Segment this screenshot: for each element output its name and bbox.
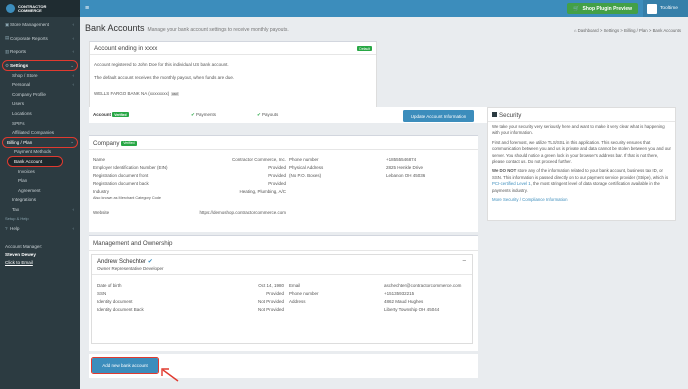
sidebar-item-bank-account[interactable]: Bank Account	[7, 155, 63, 168]
account-manager-name: Steven Dewey	[5, 251, 36, 257]
sidebar-item-store-management[interactable]: ▣ Store Management ‹	[0, 20, 80, 30]
verified-icon: ✔	[147, 259, 153, 265]
chevron-down-icon: ⌄	[70, 62, 74, 68]
account-manager: Account Manager: Steven Dewey Click to E…	[0, 239, 80, 271]
account-box: Account ending in xxxx Default Account r…	[89, 41, 377, 117]
verified-badge: Verified	[112, 112, 129, 118]
verified-badge: Verified	[121, 140, 137, 146]
account-title: Account ending in xxxx	[94, 45, 158, 52]
avatar	[647, 3, 657, 14]
security-box: Security We take your security very seri…	[487, 107, 676, 221]
shop-plugin-preview-button[interactable]: 🛒 Shop Plugin Preview	[567, 3, 638, 14]
lock-icon	[492, 112, 497, 117]
company-box: Company Verified Name Contractor Commerc…	[89, 135, 478, 232]
security-title: Security	[492, 112, 521, 119]
person-role: Owner Representative Developer	[97, 266, 164, 271]
brand-logo[interactable]: CONTRACTOR COMMERCE	[0, 0, 80, 17]
main-content: Bank Accounts Manage your bank account se…	[80, 17, 688, 389]
sidebar-item-corporate-reports[interactable]: ▤ Corporate Reports ‹	[0, 34, 80, 44]
update-account-button[interactable]: Update Account Information	[403, 110, 474, 122]
user-menu[interactable]: Tooltime	[643, 0, 688, 17]
chevron-left-icon: ‹	[72, 82, 75, 88]
sidebar-item-integrations[interactable]: Integrations	[0, 195, 80, 205]
breadcrumb-settings[interactable]: Settings	[604, 28, 620, 33]
breadcrumb-billing[interactable]: Billing / Plan	[624, 28, 648, 33]
payouts-status: ✔ Payouts	[257, 112, 279, 117]
company-title: Company Verified	[93, 140, 137, 147]
menu-toggle-icon[interactable]: ≡	[80, 5, 89, 12]
website-link[interactable]: https://demoshop.contractorcommerce.com	[199, 210, 286, 215]
default-info-text: The default account receives the monthly…	[94, 75, 235, 80]
email-manager-link[interactable]: Click to Email	[5, 260, 33, 265]
sidebar-item-affiliated-companies[interactable]: Affiliated Companies	[0, 128, 80, 138]
management-title: Management and Ownership	[93, 240, 173, 247]
sidebar-item-help[interactable]: ? Help ‹	[0, 223, 80, 233]
check-icon: ✔	[257, 112, 261, 117]
chevron-left-icon: ‹	[72, 72, 75, 78]
cart-icon: 🛒	[573, 5, 580, 12]
sidebar-item-agreement[interactable]: Agreement	[0, 186, 80, 196]
chevron-left-icon: ‹	[72, 206, 75, 212]
sidebar-item-tax[interactable]: Tax ‹	[0, 205, 80, 215]
sidebar-item-settings[interactable]: ⚙ Settings ⌄	[2, 59, 78, 72]
top-navbar: ≡ 🛒 Shop Plugin Preview Tooltime	[80, 0, 688, 17]
sidebar-item-shop-store[interactable]: Shop / Store ‹	[0, 70, 80, 80]
breadcrumb-dashboard[interactable]: Dashboard	[578, 28, 599, 33]
sidebar-item-users[interactable]: Users	[0, 99, 80, 109]
chevron-left-icon: ‹	[72, 35, 75, 41]
check-icon: ✔	[191, 112, 195, 117]
setup-help-heading: Setup & Help	[5, 216, 29, 222]
currency-tag: usd	[170, 92, 179, 96]
sidebar-item-invoices[interactable]: Invoices	[0, 166, 80, 176]
page-subtitle: Manage your bank account settings to rec…	[147, 27, 289, 33]
add-bank-account-button[interactable]: Add new bank account	[91, 357, 159, 374]
payments-status: ✔ Payments	[191, 112, 217, 117]
sidebar-item-spifs[interactable]: SPIFs	[0, 118, 80, 128]
sidebar-item-company-profile[interactable]: Company Profile	[0, 90, 80, 100]
home-icon: ⌂	[573, 28, 577, 33]
pci-link[interactable]: PCI-certified Level 1	[492, 181, 531, 186]
sidebar-item-plan[interactable]: Plan	[0, 176, 80, 186]
sidebar-item-billing-plan[interactable]: Billing / Plan ⌄	[2, 136, 78, 149]
sidebar: CONTRACTOR COMMERCE ▣ Store Management ‹ ▤ C…	[0, 0, 80, 389]
sidebar-item-reports[interactable]: ▥ Reports ‹	[0, 47, 80, 57]
person-name: Andrew Schechter ✔	[97, 259, 153, 265]
account-owner-text: Account registered to John Doe for this …	[94, 62, 229, 67]
sidebar-item-payment-methods[interactable]: Payment Methods	[0, 147, 80, 157]
management-box: Management and Ownership Andrew Schechte…	[89, 235, 478, 351]
page-title: Bank Accounts Manage your bank account se…	[85, 23, 289, 33]
annotation-arrow-icon	[161, 368, 179, 382]
logo-icon	[6, 4, 15, 13]
chevron-left-icon: ‹	[72, 225, 75, 231]
breadcrumb-current: Bank Accounts	[652, 28, 681, 33]
sidebar-item-personal[interactable]: Personal ‹	[0, 80, 80, 90]
security-compliance-link[interactable]: More Security / Compliance Information	[492, 197, 672, 203]
chevron-left-icon: ‹	[72, 22, 75, 28]
default-badge: Default	[357, 46, 372, 52]
collapse-toggle[interactable]: –	[463, 258, 466, 264]
bank-name: WELLS FARGO BANK NA (xxxxxxxx) usd	[94, 91, 179, 96]
sidebar-item-locations[interactable]: Locations	[0, 109, 80, 119]
chevron-down-icon: ⌄	[70, 139, 74, 145]
breadcrumb: ⌂ Dashboard > Settings > Billing / Plan …	[573, 28, 681, 33]
chevron-left-icon: ‹	[72, 49, 75, 55]
person-card: Andrew Schechter ✔ Owner Representative …	[91, 254, 473, 344]
